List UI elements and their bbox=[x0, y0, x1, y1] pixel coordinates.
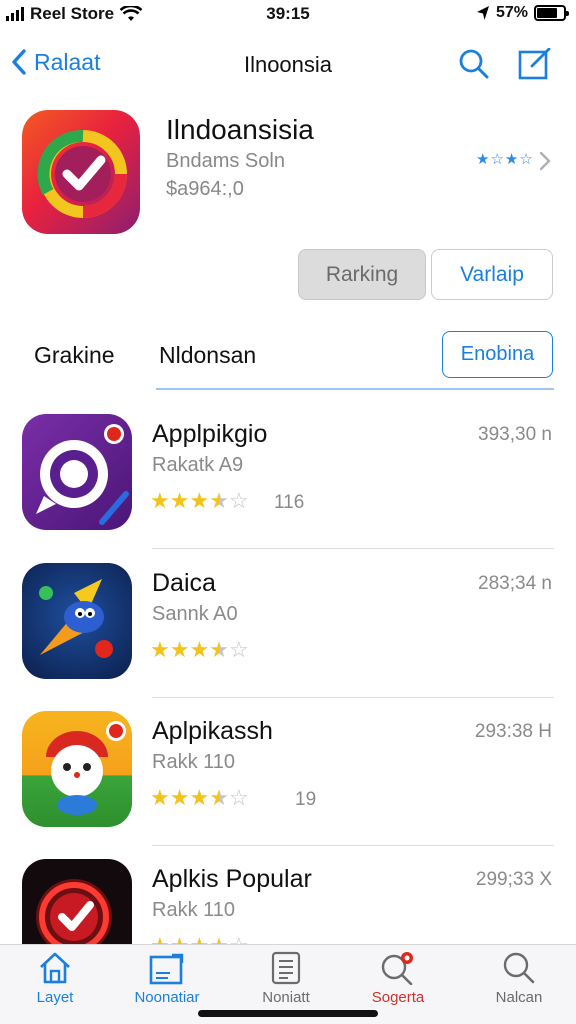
app-category: Rakk 110 bbox=[152, 899, 236, 921]
featured-app-name: Ilndoansisia bbox=[166, 114, 314, 145]
app-name: Applpikgio bbox=[152, 420, 268, 448]
app-name: Aplkis Popular bbox=[152, 865, 312, 893]
search-badge-icon bbox=[381, 952, 413, 985]
tab-label: Noonatiar bbox=[134, 989, 200, 1006]
featured-app-icon[interactable] bbox=[22, 110, 140, 234]
ranking-button[interactable]: Rarking bbox=[298, 249, 426, 300]
search-icon bbox=[459, 49, 489, 79]
segment-left[interactable]: Grakine bbox=[34, 342, 115, 369]
house-icon bbox=[40, 952, 70, 984]
rating-stars: ★★★★☆ bbox=[150, 785, 249, 811]
row-divider bbox=[152, 845, 554, 846]
nav-compose-button[interactable] bbox=[518, 47, 552, 85]
tab-search[interactable]: Nalcan bbox=[469, 951, 569, 1006]
chat-bubble-icon bbox=[36, 424, 129, 525]
segment-underline bbox=[156, 388, 554, 390]
star-icon: ★ bbox=[209, 488, 229, 513]
battery-icon bbox=[534, 5, 569, 21]
tab-layout[interactable]: Layet bbox=[5, 951, 105, 1006]
home-indicator bbox=[198, 1010, 378, 1017]
tab-label: Nalcan bbox=[495, 989, 543, 1006]
search-icon bbox=[503, 952, 535, 984]
app-category: Rakk 110 bbox=[152, 751, 236, 773]
app-icon bbox=[22, 711, 132, 827]
app-category: Rakatk A9 bbox=[152, 454, 244, 476]
star-icon: ★ bbox=[189, 785, 210, 810]
chevron-right-icon bbox=[539, 151, 551, 171]
star-icon: ★ bbox=[189, 637, 210, 662]
status-bar: Reel Store 39:15 57% bbox=[0, 0, 576, 30]
tab-label: Noniatt bbox=[262, 989, 310, 1006]
star-icon: ★ bbox=[169, 785, 190, 810]
app-size: 393,30 n bbox=[478, 424, 552, 445]
star-icon: ★ bbox=[209, 637, 229, 662]
row-divider bbox=[152, 697, 554, 698]
star-icon: ☆ bbox=[228, 488, 249, 513]
star-icon: ★ bbox=[189, 488, 210, 513]
star-icon: ★ bbox=[209, 785, 229, 810]
row-divider bbox=[152, 548, 554, 549]
mascot-character-icon bbox=[46, 721, 126, 815]
star-icon: ☆ bbox=[228, 785, 249, 810]
list-item[interactable]: Aplpikassh Rakk 110 ★★★★☆ 19 293:38 H bbox=[0, 711, 576, 859]
news-icon bbox=[149, 953, 184, 985]
star-icon: ★ bbox=[150, 488, 170, 513]
status-right: 57% bbox=[476, 4, 569, 22]
list-icon bbox=[271, 951, 301, 985]
segment-button[interactable]: Enobina bbox=[442, 331, 553, 378]
variant-button[interactable]: Varlaip bbox=[431, 249, 553, 300]
rating-stars: ★★★★☆ bbox=[150, 637, 249, 663]
list-item[interactable]: Daica Sannk A0 ★★★★☆ 283;34 n bbox=[0, 563, 576, 711]
battery-percent: 57% bbox=[495, 4, 528, 21]
nav-search-button[interactable] bbox=[458, 48, 490, 85]
tab-list[interactable]: Noniatt bbox=[236, 951, 336, 1006]
rating-stars: ★★★★☆ bbox=[150, 488, 249, 514]
featured-detail-chevron[interactable] bbox=[538, 150, 552, 177]
tab-search-updates[interactable]: Sogerta bbox=[348, 951, 448, 1006]
tab-label: Layet bbox=[36, 989, 74, 1006]
app-size: 283;34 n bbox=[478, 573, 552, 594]
star-icon: ☆ bbox=[228, 637, 249, 662]
star-icon: ★ bbox=[150, 785, 170, 810]
rating-count: 116 bbox=[274, 492, 305, 513]
app-size: 299;33 X bbox=[475, 869, 552, 890]
app-name: Aplpikassh bbox=[152, 717, 273, 745]
app-category: Sannk A0 bbox=[152, 603, 238, 625]
tab-news[interactable]: Noonatiar bbox=[117, 951, 217, 1006]
featured-app-price: $a964:,0 bbox=[166, 178, 244, 200]
tab-label: Sogerta bbox=[371, 989, 425, 1006]
location-arrow-icon bbox=[476, 6, 489, 20]
nav-bar: Ralaat Ilnoonsia bbox=[0, 40, 576, 90]
rocket-character-icon bbox=[39, 579, 113, 658]
app-icon bbox=[22, 414, 132, 530]
star-icon: ★ bbox=[150, 637, 170, 662]
app-name: Daica bbox=[152, 569, 216, 597]
star-icon: ★ bbox=[169, 488, 190, 513]
checkmark-badge-icon bbox=[37, 129, 127, 218]
star-icon: ★ bbox=[169, 637, 190, 662]
rating-count: 19 bbox=[295, 789, 317, 810]
featured-app-developer: Bndams Soln bbox=[166, 150, 285, 172]
segment-middle[interactable]: Nldonsan bbox=[159, 342, 256, 369]
featured-rating-stars: ★☆★☆ bbox=[476, 151, 534, 168]
list-item[interactable]: Applpikgio Rakatk A9 ★★★★☆ 116 393,30 n bbox=[0, 414, 576, 562]
compose-icon bbox=[518, 47, 551, 80]
app-size: 293:38 H bbox=[474, 721, 552, 742]
app-icon bbox=[22, 563, 132, 679]
